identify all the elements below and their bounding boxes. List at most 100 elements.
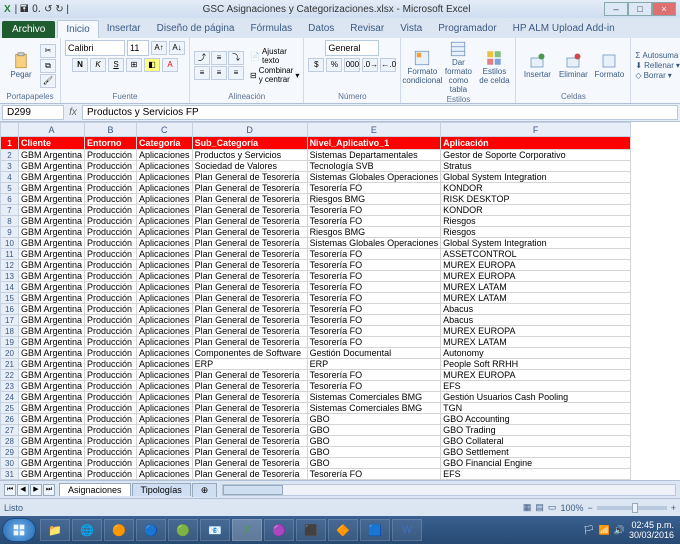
col-header-A[interactable]: A	[19, 123, 85, 137]
cell[interactable]: MUREX EUROPA	[441, 260, 631, 271]
row-header-3[interactable]: 3	[1, 161, 19, 172]
cell[interactable]: Plan General de Tesorería	[192, 194, 307, 205]
cell[interactable]: Aplicaciones	[137, 348, 193, 359]
maximize-button[interactable]: □	[628, 2, 652, 16]
cell[interactable]: TGN	[441, 403, 631, 414]
sheet-nav-prev[interactable]: ◀	[17, 484, 29, 496]
ribbon-tab-7[interactable]: Programador	[430, 20, 504, 38]
tray-volume-icon[interactable]: 🔊	[614, 525, 625, 536]
cell[interactable]: Plan General de Tesorería	[192, 381, 307, 392]
cell[interactable]: Plan General de Tesorería	[192, 458, 307, 469]
cell[interactable]: MUREX EUROPA	[441, 271, 631, 282]
cell[interactable]: Plan General de Tesorería	[192, 227, 307, 238]
col-header-F[interactable]: F	[441, 123, 631, 137]
cell[interactable]: Gestión Documental	[307, 348, 441, 359]
taskbar-app2-icon[interactable]: 🟣	[264, 519, 294, 541]
row-header-12[interactable]: 12	[1, 260, 19, 271]
font-name-select[interactable]	[65, 40, 125, 56]
cell[interactable]: Plan General de Tesorería	[192, 436, 307, 447]
sheet-tab-new[interactable]: ⊕	[192, 483, 218, 497]
cell[interactable]: GBM Argentina	[19, 337, 85, 348]
cell[interactable]: Aplicaciones	[137, 458, 193, 469]
cell[interactable]: Plan General de Tesorería	[192, 326, 307, 337]
cell[interactable]: Producción	[85, 447, 137, 458]
cell[interactable]: Tesorería FO	[307, 293, 441, 304]
row-header-11[interactable]: 11	[1, 249, 19, 260]
cut-button[interactable]: ✂	[40, 44, 56, 58]
cell[interactable]: Aplicaciones	[137, 392, 193, 403]
font-color-button[interactable]: A	[162, 58, 178, 72]
percent-button[interactable]: %	[326, 58, 342, 72]
cell[interactable]: Producción	[85, 194, 137, 205]
cell[interactable]: Componentes de Software	[192, 348, 307, 359]
cell[interactable]: EFS	[441, 469, 631, 480]
cell[interactable]: Plan General de Tesorería	[192, 480, 307, 481]
cell[interactable]: Producción	[85, 458, 137, 469]
taskbar-word-icon[interactable]: W	[392, 519, 422, 541]
sheet-nav-first[interactable]: ⏮	[4, 484, 16, 496]
fill-color-button[interactable]: ◧	[144, 58, 160, 72]
cell[interactable]: Producción	[85, 348, 137, 359]
cell[interactable]: Plan General de Tesorería	[192, 249, 307, 260]
ribbon-tab-3[interactable]: Fórmulas	[242, 20, 300, 38]
cell[interactable]: Aplicaciones	[137, 282, 193, 293]
cell[interactable]: Aplicaciones	[137, 414, 193, 425]
row-header-10[interactable]: 10	[1, 238, 19, 249]
cell[interactable]: GBO	[307, 436, 441, 447]
cell[interactable]: Producción	[85, 392, 137, 403]
cell[interactable]: Aplicaciones	[137, 271, 193, 282]
clear-button[interactable]: ◇ Borrar ▾	[635, 71, 680, 80]
cell[interactable]: Aplicaciones	[137, 194, 193, 205]
cell[interactable]: GBM Argentina	[19, 161, 85, 172]
cell[interactable]: GBM Argentina	[19, 480, 85, 481]
cell[interactable]: Plan General de Tesorería	[192, 469, 307, 480]
cell[interactable]: GBO	[307, 458, 441, 469]
cell[interactable]: Producción	[85, 161, 137, 172]
cell-styles-button[interactable]: Estilos de celda	[477, 49, 511, 85]
cell[interactable]: GBM Argentina	[19, 172, 85, 183]
cell[interactable]: GBM Argentina	[19, 436, 85, 447]
cell[interactable]: Plan General de Tesorería	[192, 315, 307, 326]
cell[interactable]: Abacus	[441, 315, 631, 326]
cell[interactable]: GBO Accounting	[441, 414, 631, 425]
dec-decimal-button[interactable]: ←.0	[380, 58, 396, 72]
header-cell[interactable]: Entorno	[85, 137, 137, 150]
cell[interactable]: Tesorería FO	[307, 469, 441, 480]
taskbar-app4-icon[interactable]: 🔶	[328, 519, 358, 541]
row-header-6[interactable]: 6	[1, 194, 19, 205]
cell[interactable]: Producción	[85, 293, 137, 304]
cell[interactable]: Aplicaciones	[137, 172, 193, 183]
cell[interactable]: Plan General de Tesorería	[192, 447, 307, 458]
cell[interactable]: Plan General de Tesorería	[192, 216, 307, 227]
cell[interactable]: GBO Settlement	[441, 447, 631, 458]
cell[interactable]: Producción	[85, 249, 137, 260]
cell[interactable]: Sistemas Departamentales	[307, 150, 441, 161]
cell[interactable]: Producción	[85, 381, 137, 392]
cell[interactable]: GBM Argentina	[19, 381, 85, 392]
cell[interactable]: GBM Argentina	[19, 216, 85, 227]
cell[interactable]: Tecnología SVB	[307, 161, 441, 172]
cell[interactable]: GBM Argentina	[19, 194, 85, 205]
sheet-nav-last[interactable]: ⏭	[43, 484, 55, 496]
cell[interactable]: Tesorería FO	[307, 370, 441, 381]
cell[interactable]: RISK DESKTOP	[441, 194, 631, 205]
align-left-button[interactable]: ≡	[194, 66, 210, 80]
cell[interactable]: GBM Argentina	[19, 150, 85, 161]
cell[interactable]: Tesorería FO	[307, 282, 441, 293]
cell[interactable]: GBM Argentina	[19, 326, 85, 337]
delete-cells-button[interactable]: Eliminar	[556, 52, 590, 79]
cell[interactable]: Aplicaciones	[137, 480, 193, 481]
insert-cells-button[interactable]: Insertar	[520, 52, 554, 79]
tray-clock[interactable]: 02:45 p.m. 30/03/2016	[629, 520, 674, 540]
cell[interactable]: Global System Integration	[441, 238, 631, 249]
taskbar-outlook-icon[interactable]: 📧	[200, 519, 230, 541]
header-cell[interactable]: Sub_Categoría	[192, 137, 307, 150]
system-tray[interactable]: 🏳 📶 🔊 02:45 p.m. 30/03/2016	[583, 520, 678, 540]
taskbar-media-icon[interactable]: 🟠	[104, 519, 134, 541]
cell[interactable]: Sistemas Globales Operaciones	[307, 238, 441, 249]
cell[interactable]: Producción	[85, 359, 137, 370]
cell[interactable]: GBO	[307, 414, 441, 425]
cell[interactable]: Producción	[85, 436, 137, 447]
row-header-30[interactable]: 30	[1, 458, 19, 469]
cell[interactable]: KONDOR	[441, 183, 631, 194]
